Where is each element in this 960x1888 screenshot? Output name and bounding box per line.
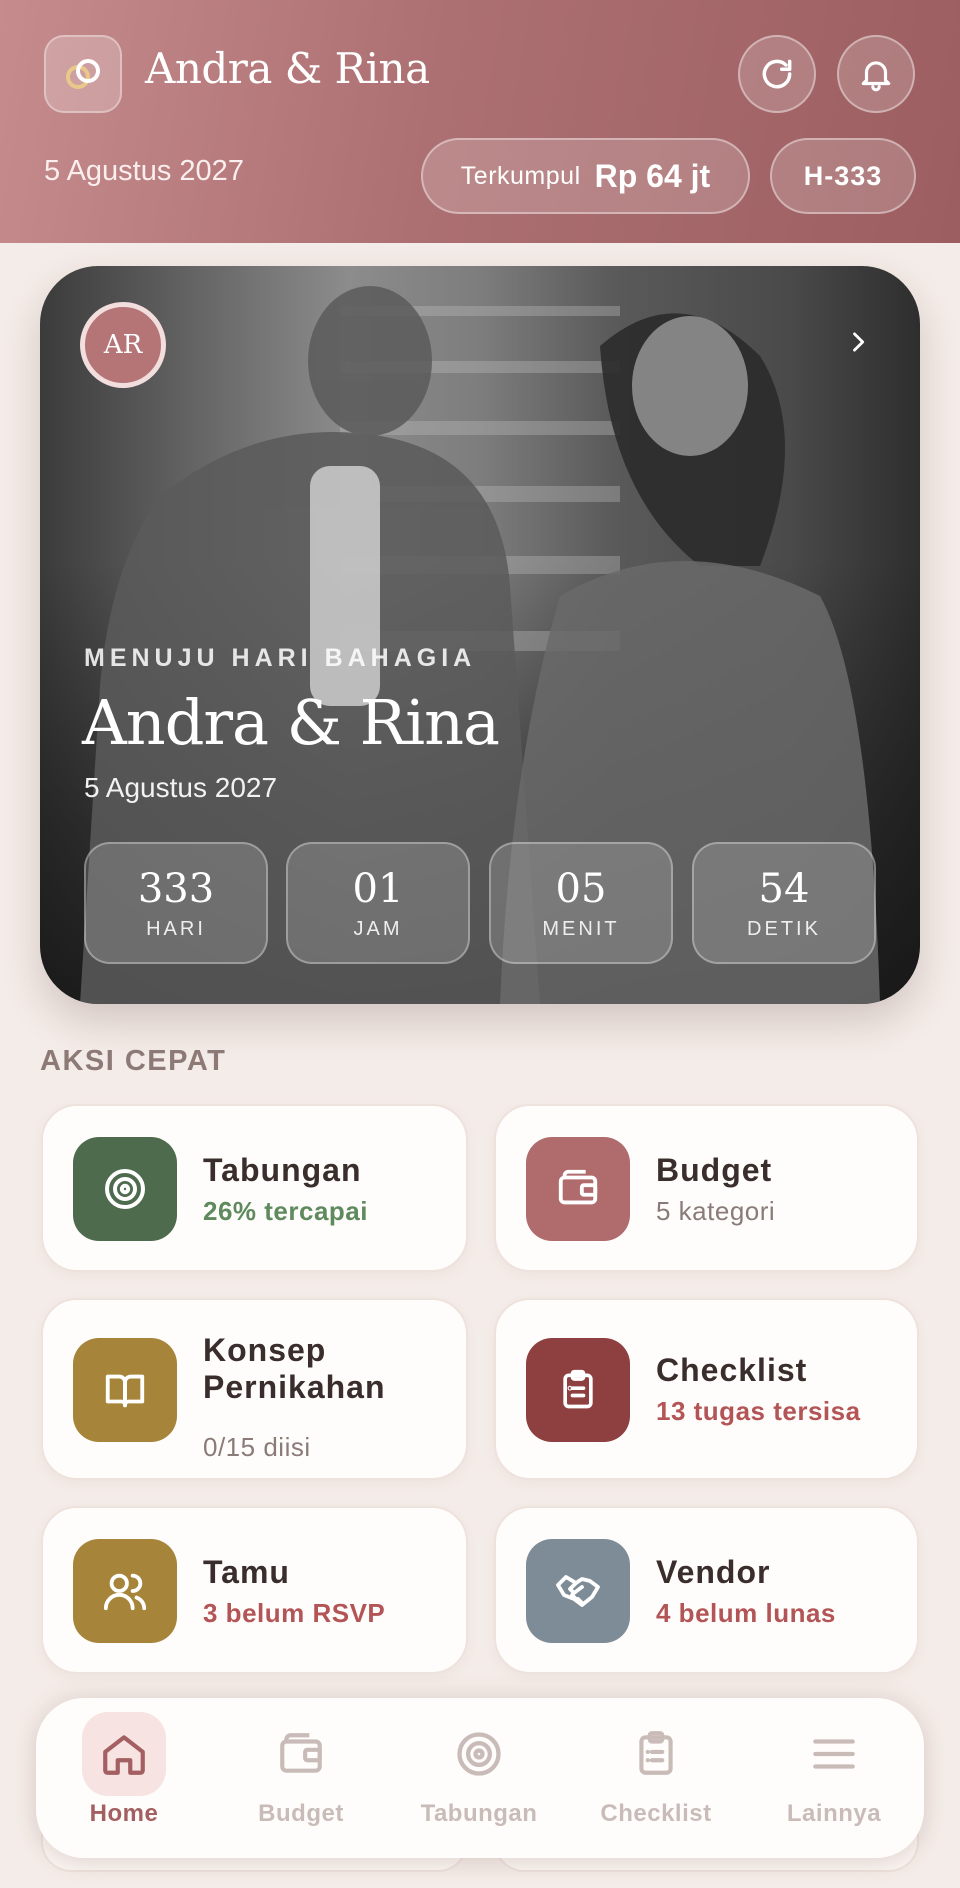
quick-action-subtitle: 26% tercapai (203, 1196, 368, 1226)
quick-action-title: Tamu (203, 1554, 290, 1590)
quick-action-subtitle: 0/15 diisi (203, 1432, 311, 1462)
countdown-badge[interactable]: H-333 (770, 138, 916, 214)
hero-date: 5 Agustus 2027 (84, 772, 278, 803)
clipboard-icon (614, 1712, 698, 1796)
quick-action-konsep[interactable]: Konsep Pernikahan 0/15 diisi (41, 1298, 468, 1480)
quick-action-icon-bg (526, 1338, 630, 1442)
quick-action-budget[interactable]: Budget 5 kategori (494, 1104, 919, 1272)
countdown-label: MENIT (542, 917, 620, 940)
quick-action-title: Tabungan (203, 1152, 362, 1188)
quick-action-icon-bg (73, 1137, 177, 1241)
collected-value: Rp 64 jt (594, 157, 711, 194)
quick-action-subtitle: 5 kategori (656, 1196, 776, 1226)
wallet-icon (558, 1169, 598, 1205)
quick-action-icon-bg (526, 1539, 630, 1643)
quick-action-subtitle: 3 belum RSVP (203, 1598, 386, 1628)
collected-pill[interactable]: Terkumpul Rp 64 jt (421, 138, 750, 214)
quick-action-subtitle: 13 tugas tersisa (656, 1396, 861, 1426)
target-icon (105, 1169, 145, 1209)
nav-item-budget[interactable]: Budget (221, 1712, 381, 1846)
bottom-nav: Home Budget Tabungan Checklist Lainnya (36, 1698, 924, 1858)
rings-logo-icon (44, 35, 122, 113)
countdown-hours: 01 JAM (286, 842, 470, 964)
hero-card[interactable]: AR MENUJU HARI BAHAGIA Andra & Rina 5 Ag… (40, 266, 920, 1004)
nav-item-tabungan[interactable]: Tabungan (399, 1712, 559, 1846)
notifications-button[interactable] (837, 35, 915, 113)
refresh-button[interactable] (738, 35, 816, 113)
countdown-days: 333 HARI (84, 842, 268, 964)
users-icon (103, 1573, 147, 1611)
countdown-label: HARI (146, 917, 206, 940)
quick-action-title: Konsep Pernikahan (203, 1332, 386, 1405)
chevron-right-icon[interactable] (838, 322, 878, 362)
quick-action-subtitle: 4 belum lunas (656, 1598, 836, 1628)
hero-eyebrow: MENUJU HARI BAHAGIA (84, 644, 477, 672)
hero-title: Andra & Rina (82, 686, 500, 759)
home-icon (82, 1712, 166, 1796)
countdown-seconds: 54 DETIK (692, 842, 876, 964)
quick-action-tabungan[interactable]: Tabungan 26% tercapai (41, 1104, 468, 1272)
app-header: Andra & Rina 5 Agustus 2027 Terkumpul Rp… (0, 0, 960, 243)
nav-label: Lainnya (786, 1800, 882, 1827)
target-icon (437, 1712, 521, 1796)
wallet-icon (259, 1712, 343, 1796)
bell-icon (861, 61, 891, 92)
couple-avatar[interactable]: AR (80, 302, 166, 388)
nav-label: Tabungan (420, 1800, 538, 1827)
nav-item-lainnya[interactable]: Lainnya (754, 1712, 914, 1846)
nav-item-checklist[interactable]: Checklist (576, 1712, 736, 1846)
quick-action-icon-bg (73, 1539, 177, 1643)
nav-label: Home (89, 1800, 159, 1827)
clipboard-icon (563, 1369, 593, 1409)
countdown-label: DETIK (747, 917, 821, 940)
countdown-value: 01 (352, 865, 404, 912)
countdown-badge-label: H-333 (803, 160, 883, 191)
header-title: Andra & Rina (145, 44, 430, 93)
quick-action-icon-bg (73, 1338, 177, 1442)
quick-action-title: Checklist (656, 1352, 808, 1388)
countdown-minutes: 05 MENIT (489, 842, 673, 964)
quick-action-tamu[interactable]: Tamu 3 belum RSVP (41, 1506, 468, 1674)
refresh-icon (762, 59, 792, 89)
book-icon (105, 1374, 145, 1408)
countdown-value: 333 (137, 865, 215, 912)
countdown-value: 05 (555, 865, 607, 912)
quick-action-title: Vendor (656, 1554, 771, 1590)
quick-action-vendor[interactable]: Vendor 4 belum lunas (494, 1506, 919, 1674)
menu-icon (792, 1712, 876, 1796)
countdown-value: 54 (758, 865, 810, 912)
collected-label: Terkumpul (460, 161, 581, 190)
nav-item-home[interactable]: Home (44, 1712, 204, 1846)
countdown-label: JAM (353, 917, 403, 940)
nav-label: Budget (258, 1800, 344, 1827)
handshake-icon (556, 1575, 600, 1607)
nav-label: Checklist (600, 1800, 712, 1827)
quick-action-checklist[interactable]: Checklist 13 tugas tersisa (494, 1298, 919, 1480)
section-title-quick-actions: AKSI CEPAT (40, 1045, 227, 1077)
quick-action-icon-bg (526, 1137, 630, 1241)
wedding-date: 5 Agustus 2027 (44, 155, 244, 187)
quick-action-title: Budget (656, 1152, 773, 1188)
